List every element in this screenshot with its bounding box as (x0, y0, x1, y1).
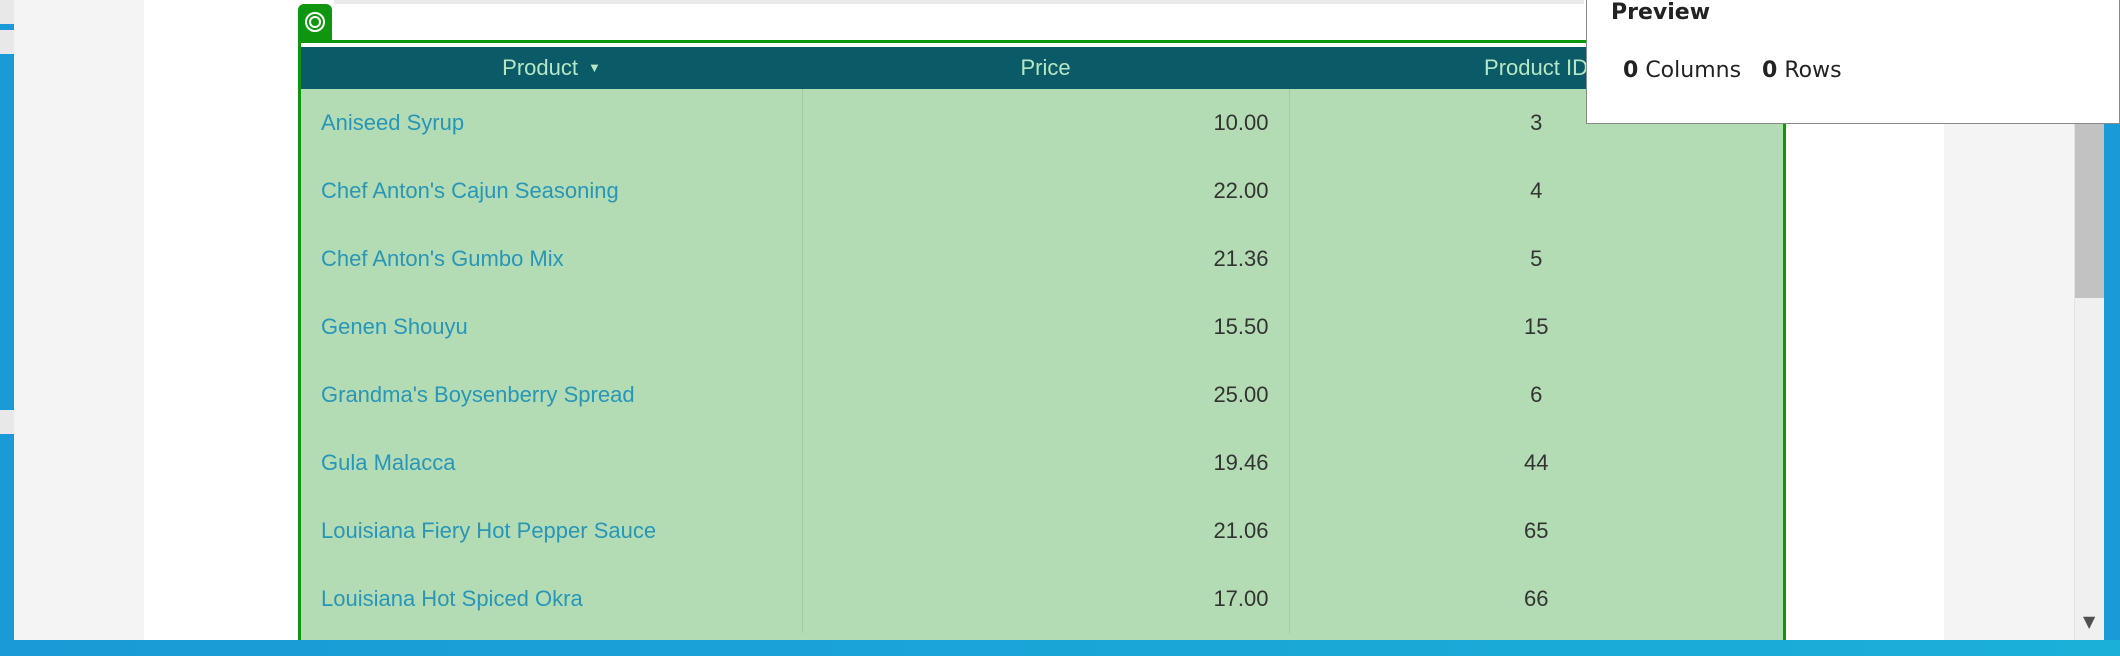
background-window-fragment (0, 410, 14, 434)
product-name-cell[interactable]: Louisiana Hot Spiced Okra (301, 565, 803, 633)
table-row[interactable]: Gula Malacca 19.46 44 (301, 429, 1783, 497)
background-window-fragment (0, 30, 14, 54)
target-icon (305, 12, 325, 32)
background-window-fragment (0, 0, 14, 24)
header-row: Product ▼ Price Product ID (301, 43, 1783, 89)
product-name-cell[interactable]: Louisiana Fiery Hot Pepper Sauce (301, 497, 803, 565)
sort-descending-icon: ▼ (587, 60, 601, 75)
columns-count: 0 (1623, 58, 1639, 83)
product-id-cell: 4 (1530, 178, 1543, 203)
price-cell: 21.36 (802, 225, 1290, 293)
scrollbar-thumb[interactable] (2075, 118, 2105, 298)
table-row[interactable]: Grandma's Boysenberry Spread 25.00 6 (301, 361, 1783, 429)
preview-panel: Preview 0 Columns 0 Rows (1586, 0, 2120, 124)
top-divider (334, 0, 1584, 4)
product-id-cell: 15 (1524, 314, 1549, 339)
column-header-label: Price (1020, 55, 1071, 80)
price-cell: 15.50 (802, 293, 1290, 361)
rows-count: 0 (1762, 58, 1778, 83)
price-cell: 10.00 (802, 89, 1290, 157)
product-id-cell: 65 (1524, 518, 1549, 543)
product-name-cell[interactable]: Chef Anton's Cajun Seasoning (301, 157, 803, 225)
table-row[interactable]: Louisiana Hot Spiced Okra 17.00 66 (301, 565, 1783, 633)
product-table: Product ▼ Price Product ID Aniseed Syrup … (301, 43, 1783, 633)
desktop-left-edge (0, 0, 14, 656)
table-row[interactable]: Aniseed Syrup 10.00 3 (301, 89, 1783, 157)
rows-label: Rows (1784, 58, 1842, 83)
column-header-label: Product (502, 55, 578, 80)
product-grid[interactable]: Product ▼ Price Product ID Aniseed Syrup … (298, 40, 1786, 656)
table-row[interactable]: Genen Shouyu 15.50 15 (301, 293, 1783, 361)
product-name-cell[interactable]: Aniseed Syrup (301, 89, 803, 157)
scroll-down-arrow-icon[interactable]: ▼ (2083, 612, 2095, 631)
table-row[interactable]: Louisiana Fiery Hot Pepper Sauce 21.06 6… (301, 497, 1783, 565)
product-id-cell: 66 (1524, 586, 1549, 611)
product-name-cell[interactable]: Grandma's Boysenberry Spread (301, 361, 803, 429)
price-cell: 17.00 (802, 565, 1290, 633)
product-name-cell[interactable]: Genen Shouyu (301, 293, 803, 361)
columns-label: Columns (1645, 58, 1742, 83)
product-id-cell: 5 (1530, 246, 1543, 271)
column-header-price[interactable]: Price (802, 43, 1289, 89)
table-row[interactable]: Chef Anton's Cajun Seasoning 22.00 4 (301, 157, 1783, 225)
price-cell: 19.46 (802, 429, 1290, 497)
product-name-cell[interactable]: Gula Malacca (301, 429, 803, 497)
taskbar-strip (0, 640, 2120, 656)
table-row[interactable]: Chef Anton's Gumbo Mix 21.36 5 (301, 225, 1783, 293)
product-id-cell: 44 (1524, 450, 1549, 475)
preview-counts: 0 Columns 0 Rows (1623, 58, 1842, 83)
product-name-cell[interactable]: Chef Anton's Gumbo Mix (301, 225, 803, 293)
column-header-label: Product ID (1484, 55, 1588, 80)
grid-selection-tag[interactable] (298, 4, 332, 40)
price-cell: 22.00 (802, 157, 1290, 225)
preview-title: Preview (1611, 0, 1711, 25)
price-cell: 25.00 (802, 361, 1290, 429)
column-header-product[interactable]: Product ▼ (301, 43, 802, 89)
price-cell: 21.06 (802, 497, 1290, 565)
product-id-cell: 6 (1530, 382, 1543, 407)
left-gutter (14, 0, 144, 640)
